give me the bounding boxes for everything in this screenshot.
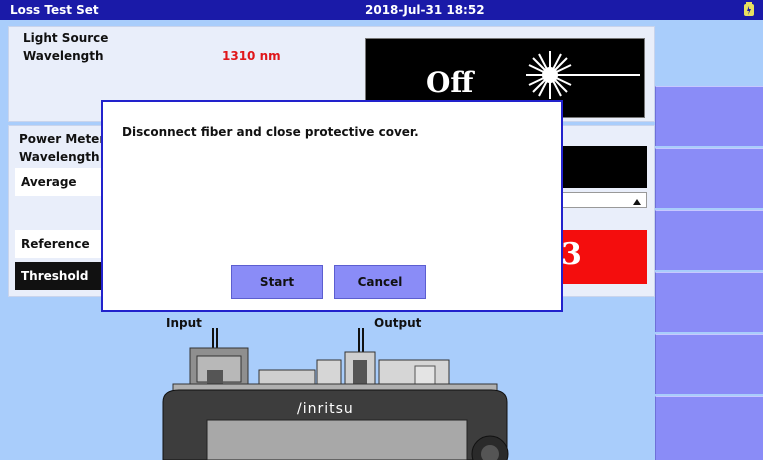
light-source-wavelength-label: Wavelength bbox=[23, 49, 104, 63]
datetime: 2018-Jul-31 18:52 bbox=[365, 3, 485, 17]
start-button[interactable]: Start bbox=[231, 265, 323, 299]
softkey-3[interactable] bbox=[655, 210, 763, 270]
threshold-status-value: 3 bbox=[561, 237, 582, 272]
disconnect-dialog: Disconnect fiber and close protective co… bbox=[101, 100, 563, 312]
scale-arrow-icon bbox=[633, 199, 641, 205]
power-scale-bar bbox=[557, 192, 647, 208]
power-meter-heading: Power Meter bbox=[19, 132, 106, 146]
cancel-button[interactable]: Cancel bbox=[334, 265, 426, 299]
softkey-1[interactable] bbox=[655, 86, 763, 146]
title-bar: Loss Test Set 2018-Jul-31 18:52 bbox=[0, 0, 763, 20]
average-row[interactable]: Average bbox=[15, 168, 111, 196]
device-icon bbox=[162, 328, 509, 460]
device-illustration: /inritsu bbox=[145, 328, 525, 460]
softkey-panel bbox=[655, 86, 763, 460]
softkey-4[interactable] bbox=[655, 272, 763, 332]
threshold-label: Threshold bbox=[21, 269, 89, 283]
power-meter-wavelength-label: Wavelength bbox=[19, 150, 100, 164]
softkey-2[interactable] bbox=[655, 148, 763, 208]
softkey-6[interactable] bbox=[655, 396, 763, 460]
app-title: Loss Test Set bbox=[10, 3, 99, 17]
light-source-heading: Light Source bbox=[23, 31, 109, 45]
dialog-message: Disconnect fiber and close protective co… bbox=[122, 125, 419, 139]
power-reading-display bbox=[557, 146, 647, 188]
device-brand-logo: /inritsu bbox=[297, 401, 354, 417]
average-label: Average bbox=[21, 175, 77, 189]
reference-label: Reference bbox=[21, 237, 90, 251]
reference-row[interactable]: Reference bbox=[15, 230, 111, 258]
softkey-5[interactable] bbox=[655, 334, 763, 394]
light-source-wavelength-value: 1310 nm bbox=[222, 49, 281, 63]
threshold-row[interactable]: Threshold bbox=[15, 262, 111, 290]
threshold-status-display: 3 bbox=[557, 230, 647, 284]
battery-icon bbox=[744, 2, 754, 16]
light-source-status: Off bbox=[426, 66, 474, 99]
